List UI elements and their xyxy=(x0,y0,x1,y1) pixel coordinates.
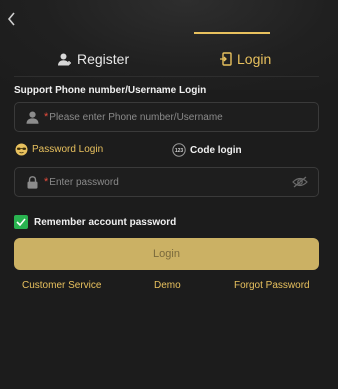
remember-label: Remember account password xyxy=(34,216,177,228)
code-login-option[interactable]: 123 Code login xyxy=(172,143,242,157)
forgot-password-link[interactable]: Forgot Password xyxy=(234,280,310,291)
phone-username-field[interactable]: * xyxy=(14,102,319,132)
login-button[interactable]: Login xyxy=(14,238,319,270)
tab-login-label: Login xyxy=(237,51,272,67)
eye-off-icon[interactable] xyxy=(291,175,309,189)
code-login-label: Code login xyxy=(190,144,242,156)
customer-service-link[interactable]: Customer Service xyxy=(22,280,101,291)
door-enter-icon xyxy=(220,52,232,66)
remember-checkbox[interactable] xyxy=(14,215,28,229)
password-input[interactable] xyxy=(48,168,291,196)
chevron-left-icon xyxy=(7,12,15,26)
demo-link[interactable]: Demo xyxy=(154,280,181,291)
tab-register-label: Register xyxy=(77,51,130,67)
auth-tabs: Register Login xyxy=(14,42,319,76)
check-icon xyxy=(16,218,26,226)
123-circle-icon: 123 xyxy=(172,143,186,157)
tab-register[interactable]: Register xyxy=(58,42,129,76)
code-icon-text: 123 xyxy=(175,148,184,154)
password-login-option[interactable]: Password Login xyxy=(15,143,103,156)
phone-username-input[interactable] xyxy=(48,103,318,131)
login-hint: Support Phone number/Username Login xyxy=(14,85,207,96)
sunglasses-face-icon xyxy=(15,143,28,156)
password-field[interactable]: * xyxy=(14,167,319,197)
user-icon xyxy=(24,109,40,125)
tabs-divider xyxy=(14,76,319,77)
remember-password-row: Remember account password xyxy=(14,215,176,229)
password-login-label: Password Login xyxy=(32,144,104,155)
back-button[interactable] xyxy=(5,10,19,28)
active-tab-indicator xyxy=(194,32,270,34)
tab-login[interactable]: Login xyxy=(220,42,271,76)
user-plus-icon xyxy=(58,53,71,65)
lock-icon xyxy=(24,174,40,190)
